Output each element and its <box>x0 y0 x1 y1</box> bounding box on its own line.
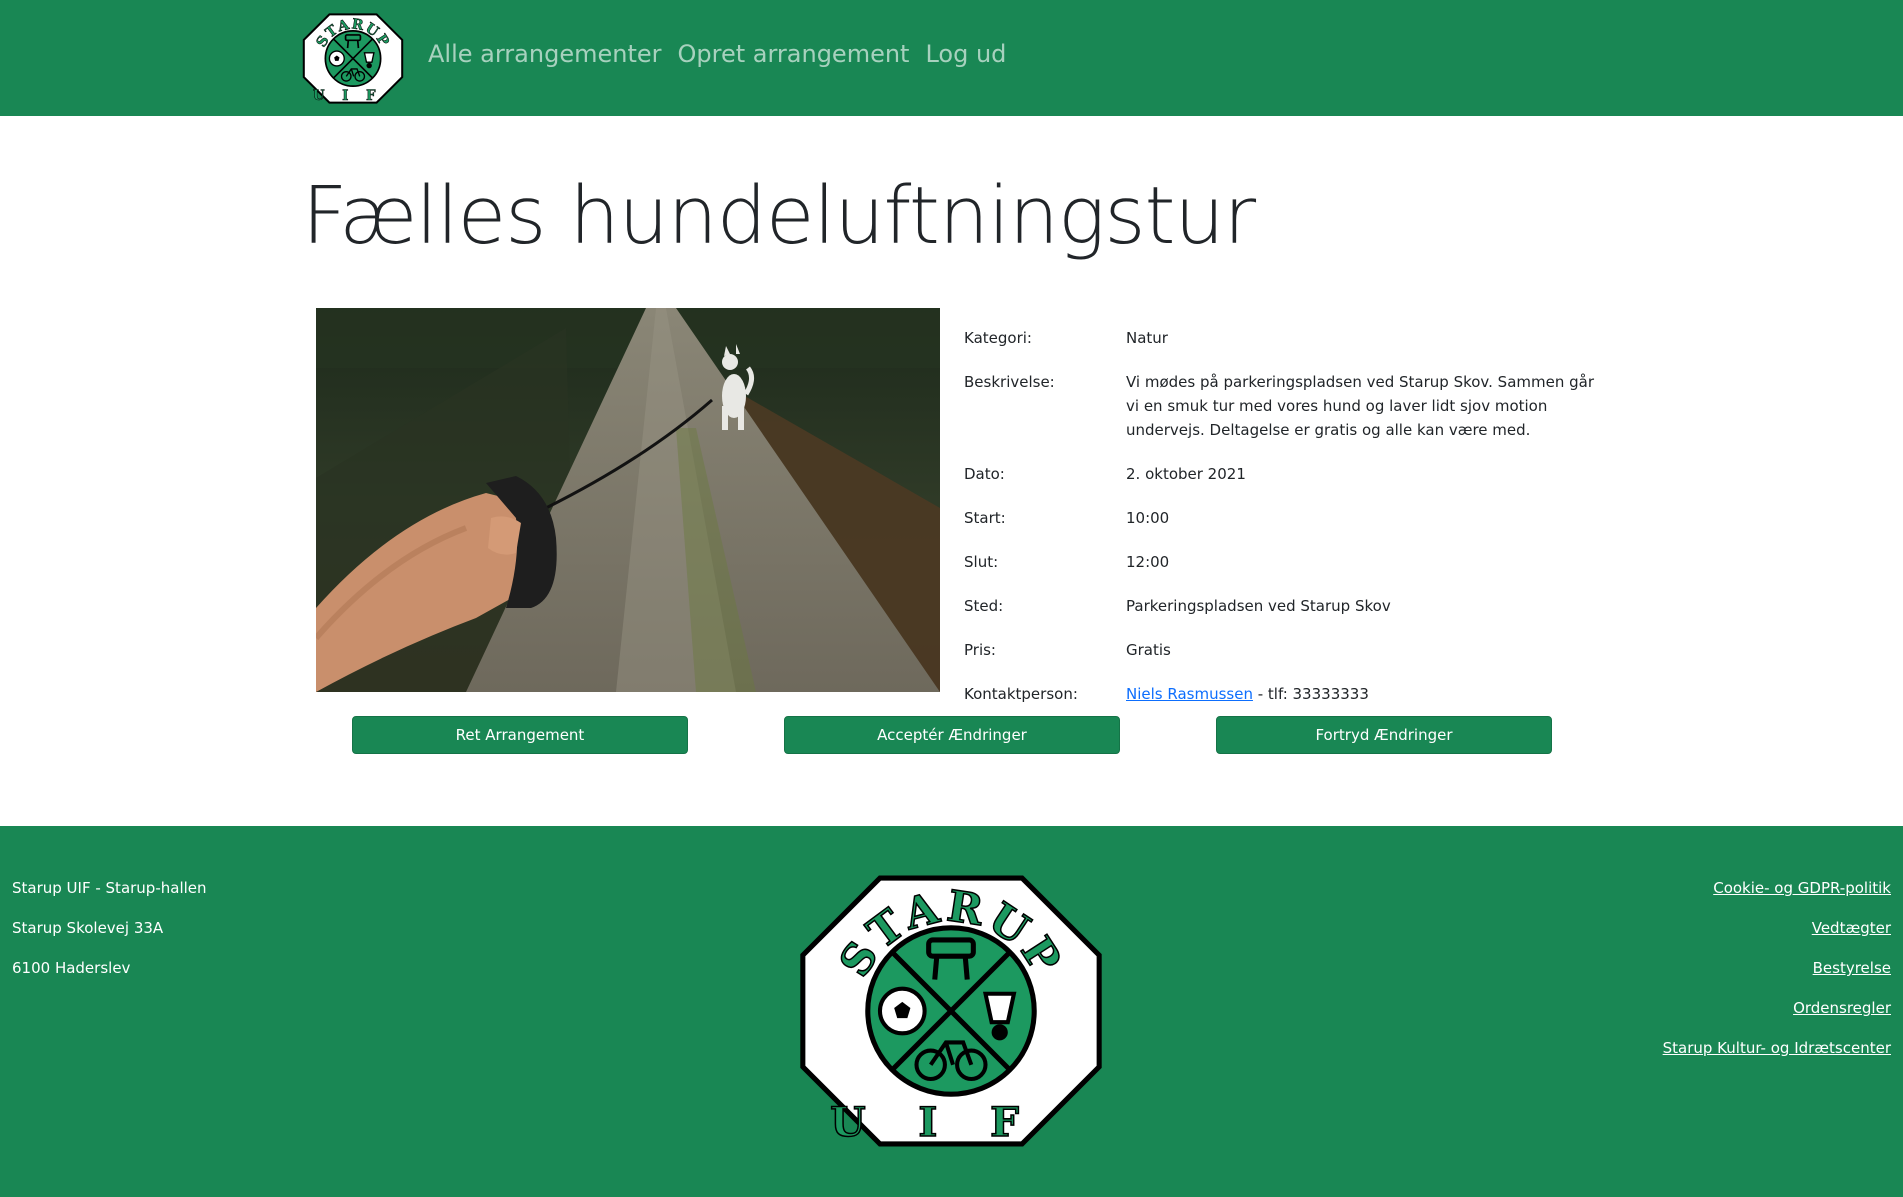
cancel-changes-button[interactable]: Fortryd Ændringer <box>1216 716 1552 754</box>
start-label: Start: <box>964 509 1006 527</box>
price-value: Gratis <box>1126 641 1171 659</box>
detail-row-category: Kategori: Natur <box>964 326 1604 350</box>
footer-link-cookie-gdpr[interactable]: Cookie- og GDPR-politik <box>1663 876 1891 900</box>
start-value: 10:00 <box>1126 509 1170 527</box>
starup-uif-logo-icon: STARUP UIF <box>302 13 404 104</box>
detail-row-contact: Kontaktperson: Niels Rasmussen - tlf: 33… <box>964 682 1604 706</box>
place-value: Parkeringspladsen ved Starup Skov <box>1126 597 1391 615</box>
address-line: Starup UIF - Starup-hallen <box>12 879 207 897</box>
price-label: Pris: <box>964 641 996 659</box>
detail-row-end: Slut: 12:00 <box>964 550 1604 574</box>
logo-bottom-text: UIF <box>830 1098 1072 1146</box>
detail-row-start: Start: 10:00 <box>964 506 1604 530</box>
date-label: Dato: <box>964 465 1005 483</box>
footer-link-board[interactable]: Bestyrelse <box>1663 956 1891 980</box>
address-line: 6100 Haderslev <box>12 959 131 977</box>
nav-link-logout[interactable]: Log ud <box>925 40 1006 68</box>
detail-row-place: Sted: Parkeringspladsen ved Starup Skov <box>964 594 1604 618</box>
footer-links: Cookie- og GDPR-politik Vedtægter Bestyr… <box>1663 876 1891 1076</box>
contact-person-link[interactable]: Niels Rasmussen <box>1126 685 1253 703</box>
edit-event-button[interactable]: Ret Arrangement <box>352 716 688 754</box>
event-details: Kategori: Natur Beskrivelse: Vi mødes på… <box>964 326 1604 726</box>
description-label: Beskrivelse: <box>964 373 1055 391</box>
nav-link-all-events[interactable]: Alle arrangementer <box>428 40 661 68</box>
footer-link-culture-center[interactable]: Starup Kultur- og Idrætscenter <box>1663 1036 1891 1060</box>
date-value: 2. oktober 2021 <box>1126 465 1246 483</box>
contact-phone: - tlf: 33333333 <box>1252 685 1369 703</box>
footer-link-bylaws[interactable]: Vedtægter <box>1663 916 1891 940</box>
event-photo <box>316 308 940 692</box>
starup-uif-logo-icon: STARUP UIF <box>800 875 1102 1147</box>
dog-walk-photo-icon <box>316 308 940 692</box>
contact-label: Kontaktperson: <box>964 685 1078 703</box>
end-label: Slut: <box>964 553 999 571</box>
logo-bottom-text: UIF <box>313 88 393 104</box>
footer-link-rules[interactable]: Ordensregler <box>1663 996 1891 1020</box>
accept-changes-button[interactable]: Acceptér Ændringer <box>784 716 1120 754</box>
category-label: Kategori: <box>964 329 1032 347</box>
nav-links: Alle arrangementer Opret arrangement Log… <box>428 40 1006 68</box>
end-value: 12:00 <box>1126 553 1170 571</box>
detail-row-price: Pris: Gratis <box>964 638 1604 662</box>
address-line: Starup Skolevej 33A <box>12 919 164 937</box>
navbar: STARUP UIF Alle arrangementer Opret arra… <box>0 0 1903 116</box>
category-value: Natur <box>1126 329 1168 347</box>
footer-address: Starup UIF - Starup-hallen Starup Skolev… <box>12 876 207 996</box>
description-value: Vi mødes på parkeringspladsen ved Starup… <box>1126 373 1595 439</box>
detail-row-description: Beskrivelse: Vi mødes på parkeringsplads… <box>964 370 1604 442</box>
contact-value: Niels Rasmussen - tlf: 33333333 <box>1126 682 1596 706</box>
nav-link-create-event[interactable]: Opret arrangement <box>677 40 909 68</box>
detail-row-date: Dato: 2. oktober 2021 <box>964 462 1604 486</box>
footer: Starup UIF - Starup-hallen Starup Skolev… <box>0 826 1903 1197</box>
place-label: Sted: <box>964 597 1004 615</box>
page-title: Fælles hundeluftningstur <box>302 170 1256 262</box>
